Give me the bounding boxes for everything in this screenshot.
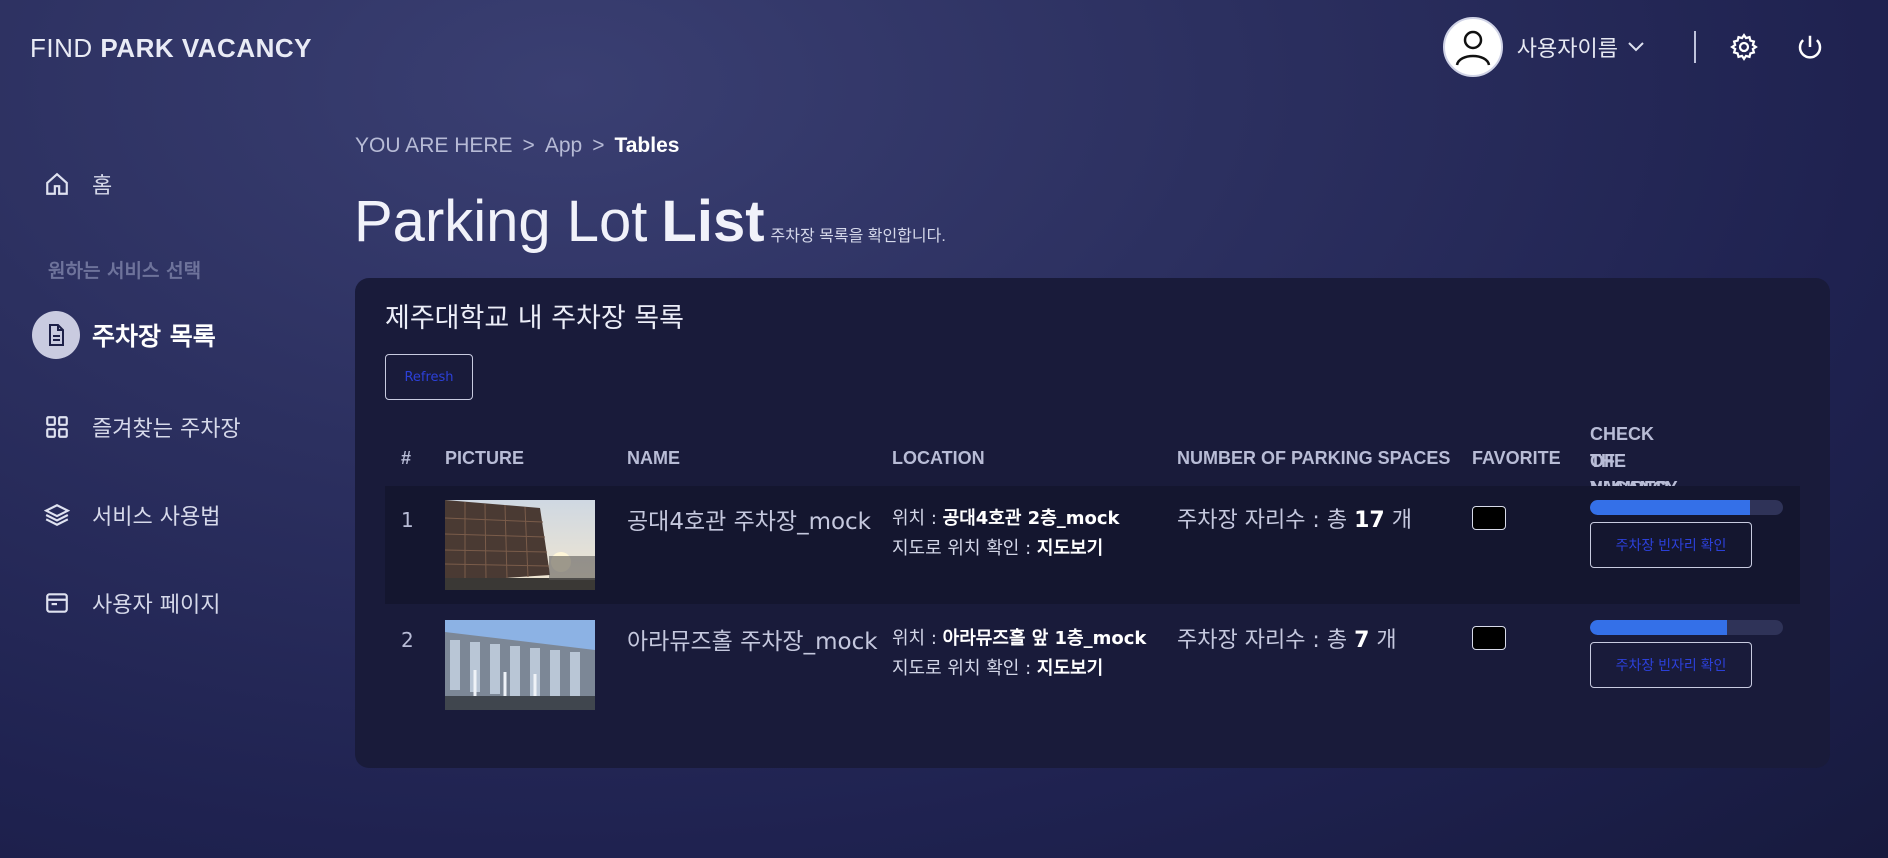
vacancy-progress-bar — [1590, 620, 1783, 635]
sidebar-item-favorites[interactable]: 즐겨찾는 주차장 — [0, 403, 330, 451]
breadcrumb: YOU ARE HERE > App > Tables — [355, 134, 679, 158]
gear-icon[interactable] — [1726, 29, 1762, 65]
table-row: 1 공대4호관 주차장_mock 위치 : 공대4호관 2층_mock 지도로 … — [385, 486, 1800, 604]
power-icon[interactable] — [1792, 29, 1828, 65]
vacancy-progress-fill — [1590, 620, 1728, 635]
col-header-location: LOCATION — [892, 448, 985, 468]
parking-list-card: 제주대학교 내 주차장 목록 Refresh # PICTURE NAME LO… — [355, 278, 1830, 768]
logo-bold-text: PARK VACANCY — [100, 33, 312, 63]
col-header-picture: PICTURE — [445, 448, 525, 468]
chevron-down-icon — [1628, 42, 1644, 52]
home-icon — [44, 171, 70, 197]
map-label: 지도로 위치 확인 : — [892, 658, 1032, 679]
location-cell: 위치 : 아라뮤즈홀 앞 1층_mock 지도로 위치 확인 : 지도보기 — [892, 624, 1146, 684]
location-cell: 위치 : 공대4호관 2층_mock 지도로 위치 확인 : 지도보기 — [892, 504, 1120, 564]
parking-spaces-cell: 주차장 자리수 : 총 17 개 — [1177, 502, 1412, 534]
location-label: 위치 : — [892, 508, 937, 529]
parking-lot-photo — [445, 500, 595, 590]
check-vacancy-button[interactable]: 주차장 빈자리 확인 — [1590, 522, 1752, 568]
sidebar-item-home[interactable]: 홈 — [0, 160, 330, 208]
map-view-link[interactable]: 지도보기 — [1037, 538, 1103, 559]
page-subtitle: 주차장 목록을 확인합니다. — [770, 228, 946, 245]
card-title: 제주대학교 내 주차장 목록 — [385, 303, 684, 334]
spaces-prefix: 주차장 자리수 : 총 — [1177, 628, 1348, 653]
location-value: 아라뮤즈홀 앞 1층_mock — [942, 628, 1147, 649]
favorite-checkbox[interactable] — [1472, 506, 1506, 530]
spaces-unit: 개 — [1376, 628, 1397, 653]
spaces-prefix: 주차장 자리수 : 총 — [1177, 508, 1348, 533]
page-title-bold: List — [661, 189, 765, 254]
breadcrumb-current: Tables — [614, 134, 680, 157]
app-logo[interactable]: FIND PARK VACANCY — [30, 33, 312, 64]
page-title-light: Parking Lot — [354, 189, 648, 254]
sidebar: 홈 원하는 서비스 선택 주차장 목록 즐겨찾는 주차장 서비스 사용법 사용자… — [0, 160, 330, 627]
sidebar-item-label: 서비스 사용법 — [92, 505, 221, 530]
parking-lot-name: 아라뮤즈홀 주차장_mock — [627, 629, 878, 655]
user-menu-dropdown[interactable]: 사용자이름 — [1517, 31, 1644, 63]
location-value: 공대4호관 2층_mock — [942, 508, 1120, 529]
vacancy-progress-bar — [1590, 500, 1783, 515]
table-row: 2 아라뮤즈홀 주차장_mock 위치 : 아라뮤즈홀 앞 1층_mock 지도… — [385, 606, 1800, 724]
layers-icon — [44, 502, 70, 528]
check-vacancy-button[interactable]: 주차장 빈자리 확인 — [1590, 642, 1752, 688]
browser-window-icon — [44, 590, 70, 616]
col-header-favorite: FAVORITE — [1472, 448, 1561, 468]
document-icon — [32, 311, 80, 359]
breadcrumb-separator: > — [522, 134, 535, 157]
sidebar-item-label: 홈 — [92, 174, 113, 199]
location-label: 위치 : — [892, 628, 937, 649]
table-header: # PICTURE NAME LOCATION NUMBER OF PARKIN… — [385, 416, 1800, 498]
map-label: 지도로 위치 확인 : — [892, 538, 1032, 559]
sidebar-item-label: 즐겨찾는 주차장 — [92, 417, 241, 442]
sidebar-item-label: 주차장 목록 — [92, 322, 216, 351]
header-divider — [1694, 31, 1696, 63]
col-header-name: NAME — [627, 448, 680, 468]
refresh-button[interactable]: Refresh — [385, 354, 473, 400]
user-avatar-icon[interactable] — [1442, 17, 1503, 77]
row-number: 1 — [401, 508, 414, 532]
breadcrumb-prefix: YOU ARE HERE — [355, 134, 513, 157]
col-header-num: # — [401, 448, 412, 468]
vacancy-progress-fill — [1590, 500, 1751, 515]
sidebar-item-user-page[interactable]: 사용자 페이지 — [0, 579, 330, 627]
page-title: Parking Lot List 주차장 목록을 확인합니다. — [354, 188, 946, 255]
logo-light-text: FIND — [30, 33, 101, 63]
spaces-unit: 개 — [1391, 508, 1412, 533]
breadcrumb-app[interactable]: App — [545, 134, 582, 157]
header-user-area: 사용자이름 — [1442, 16, 1828, 78]
sidebar-item-label: 사용자 페이지 — [92, 593, 221, 618]
spaces-count: 17 — [1354, 508, 1385, 533]
map-view-link[interactable]: 지도보기 — [1037, 658, 1103, 679]
parking-lot-name: 공대4호관 주차장_mock — [627, 509, 872, 535]
parking-lot-photo — [445, 620, 595, 710]
sidebar-section-label: 원하는 서비스 선택 — [48, 260, 202, 282]
breadcrumb-separator: > — [592, 134, 605, 157]
favorite-checkbox[interactable] — [1472, 626, 1506, 650]
sidebar-item-how-to-use[interactable]: 서비스 사용법 — [0, 491, 330, 539]
grid-icon — [44, 414, 70, 440]
col-header-spaces: NUMBER OF PARKING SPACES — [1177, 448, 1451, 468]
spaces-count: 7 — [1354, 628, 1370, 653]
row-number: 2 — [401, 628, 414, 652]
sidebar-item-parking-list[interactable]: 주차장 목록 — [0, 307, 330, 363]
username-label: 사용자이름 — [1516, 37, 1618, 62]
parking-spaces-cell: 주차장 자리수 : 총 7 개 — [1177, 622, 1397, 654]
